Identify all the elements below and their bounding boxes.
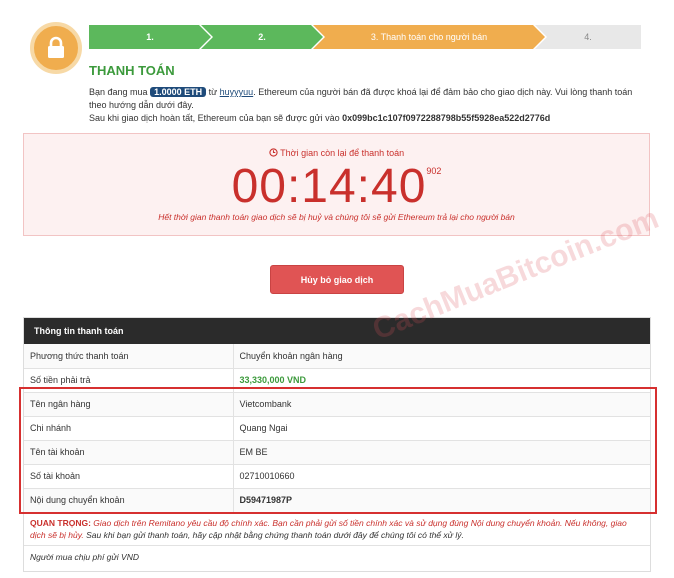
table-row: Số tài khoản 02710010660	[24, 464, 650, 489]
eth-amount-badge: 1.0000 ETH	[150, 87, 207, 97]
row-value-branch: Quang Ngai	[233, 416, 650, 441]
page-title: THANH TOÁN	[89, 63, 175, 78]
desc-line2: Sau khi giao dịch hoàn tất, Ethereum của…	[89, 113, 340, 123]
important-label: QUAN TRỌNG:	[30, 517, 91, 528]
progress-steps: 1. 2. 3. Thanh toán cho người bán 4.	[89, 25, 641, 49]
step-3-current: 3. Thanh toán cho người bán	[313, 25, 545, 49]
row-key: Chi nhánh	[24, 416, 234, 441]
lock-badge	[30, 22, 82, 74]
row-value-bank: Vietcombank	[233, 392, 650, 417]
countdown-time: 00:14:40	[231, 160, 427, 213]
desc-from: từ	[208, 87, 218, 97]
table-row: Số tiền phải trả 33,330,000 VND	[24, 368, 650, 393]
countdown-ms: 902	[426, 166, 442, 176]
table-row: Chi nhánh Quang Ngai	[24, 416, 650, 441]
countdown-label: Thời gian còn lại để thanh toán	[24, 148, 649, 158]
row-value-transfer-content: D59471987P	[233, 488, 650, 513]
step-4: 4.	[535, 25, 641, 49]
seller-link[interactable]: huyyyuu	[220, 87, 254, 97]
table-row: Phương thức thanh toán Chuyển khoản ngân…	[24, 344, 650, 369]
table-row: Tên ngân hàng Vietcombank	[24, 392, 650, 417]
payment-info-panel: Thông tin thanh toán Phương thức thanh t…	[23, 317, 651, 572]
row-key: Nội dung chuyển khoản	[24, 488, 234, 513]
clock-icon	[269, 148, 278, 157]
important-text-rest: Sau khi bạn gửi thanh toán, hãy cập nhật…	[86, 529, 464, 540]
table-row: Nội dung chuyển khoản D59471987P	[24, 488, 650, 513]
cancel-trade-button[interactable]: Hủy bỏ giao dịch	[270, 265, 404, 294]
row-key: Số tài khoản	[24, 464, 234, 489]
countdown-timer: 00:14:40902	[24, 159, 649, 214]
desc-prefix: Bạn đang mua	[89, 87, 148, 97]
row-value-account-name: EM BE	[233, 440, 650, 465]
important-note: QUAN TRỌNG: Giao dịch trên Remitano yêu …	[24, 513, 650, 546]
row-key: Phương thức thanh toán	[24, 344, 234, 369]
payment-info-table: Phương thức thanh toán Chuyển khoản ngân…	[24, 344, 650, 513]
step-2: 2.	[201, 25, 323, 49]
countdown-panel: Thời gian còn lại để thanh toán 00:14:40…	[23, 133, 650, 236]
row-key: Tên tài khoản	[24, 440, 234, 465]
order-description: Bạn đang mua 1.0000 ETH từ huyyyuu. Ethe…	[89, 86, 649, 125]
fee-note: Người mua chịu phí gửi VND	[30, 551, 139, 562]
row-value-amount: 33,330,000 VND	[233, 368, 650, 393]
lock-icon	[48, 36, 64, 58]
countdown-note: Hết thời gian thanh toán giao dịch sẽ bị…	[158, 212, 515, 222]
step-1: 1.	[89, 25, 211, 49]
countdown-label-text: Thời gian còn lại để thanh toán	[280, 148, 405, 158]
payment-info-title: Thông tin thanh toán	[24, 318, 650, 344]
row-key: Tên ngân hàng	[24, 392, 234, 417]
table-row: Tên tài khoản EM BE	[24, 440, 650, 465]
row-key: Số tiền phải trả	[24, 368, 234, 393]
wallet-address: 0x099bc1c107f0972288798b55f5928ea522d277…	[342, 113, 551, 123]
row-value-account-number: 02710010660	[233, 464, 650, 489]
row-value: Chuyển khoản ngân hàng	[233, 344, 650, 369]
